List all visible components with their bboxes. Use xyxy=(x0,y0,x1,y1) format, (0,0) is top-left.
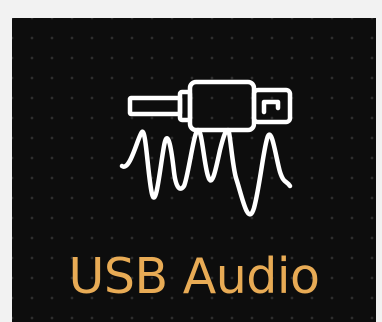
usb-audio-tile[interactable]: USB Audio xyxy=(12,18,376,322)
tile-label: USB Audio xyxy=(68,248,320,305)
usb-audio-waveform-icon xyxy=(108,68,298,228)
